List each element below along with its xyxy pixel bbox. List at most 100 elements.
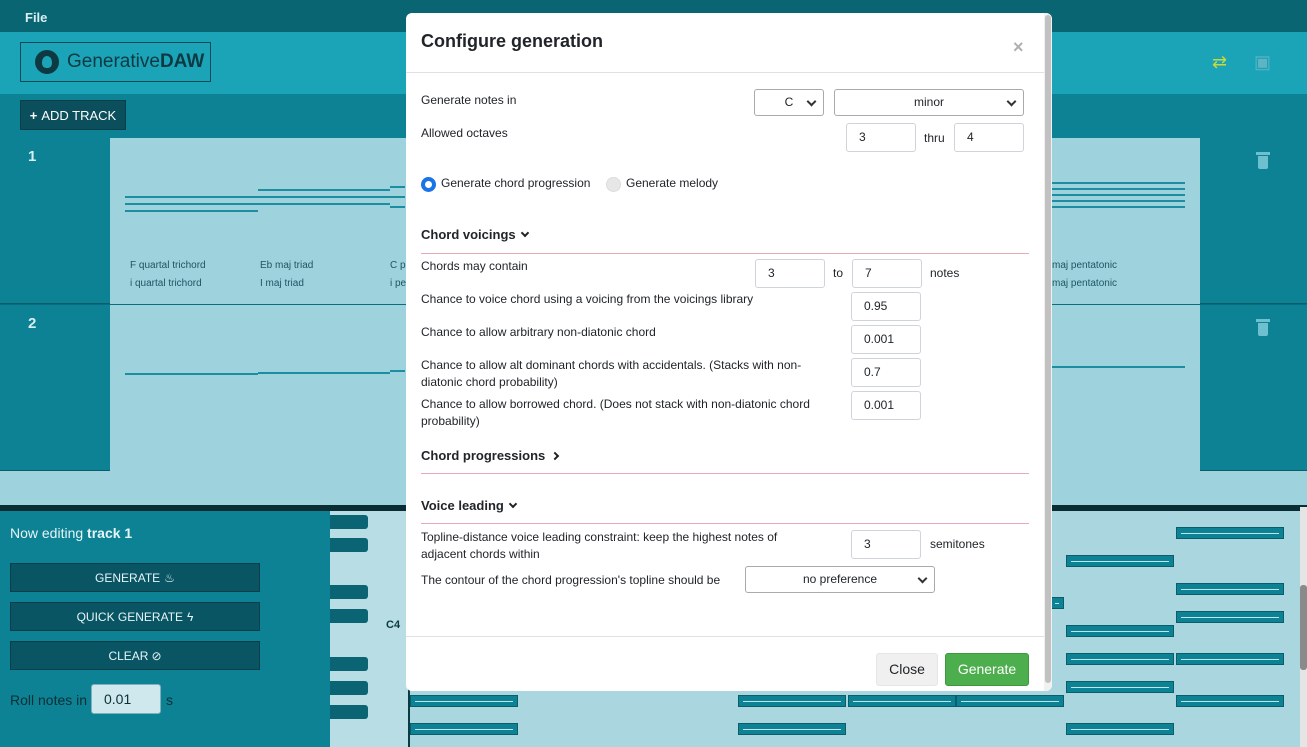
scale-select[interactable]: minor <box>834 89 1024 116</box>
add-track-button[interactable]: + ADD TRACK <box>20 100 126 130</box>
chord-label: Eb maj triad <box>260 260 314 271</box>
octave-from-input[interactable]: 3 <box>846 123 916 152</box>
numeral-label: i quartal trichord <box>130 278 202 289</box>
note-line <box>390 186 405 188</box>
roll-note[interactable] <box>1176 695 1284 707</box>
topline-distance-input[interactable]: 3 <box>851 530 921 559</box>
logo-text-bold: DAW <box>159 51 205 72</box>
contour-select[interactable]: no preference <box>745 566 935 593</box>
chevron-down-icon <box>917 573 928 584</box>
editing-title: Now editing track 1 <box>10 525 133 541</box>
nondiatonic-chance-label: Chance to allow arbitrary non-diatonic c… <box>421 325 656 339</box>
altdominant-chance-input[interactable]: 0.7 <box>851 358 921 387</box>
chord-progression-radio[interactable] <box>421 177 436 192</box>
github-icon <box>35 50 59 74</box>
generate-notes-label: Generate notes in <box>421 93 517 107</box>
roll-note[interactable] <box>738 723 846 735</box>
black-key[interactable] <box>330 681 368 695</box>
note-line <box>390 370 405 372</box>
close-icon[interactable]: × <box>1013 37 1024 58</box>
roll-note[interactable] <box>1176 583 1284 595</box>
dialog-header: Configure generation × <box>406 13 1052 73</box>
plus-icon: + <box>29 107 38 123</box>
roll-note[interactable] <box>410 695 518 707</box>
chord-progressions-toggle[interactable]: Chord progressions <box>421 448 560 463</box>
numeral-label: I maj triad <box>260 278 304 289</box>
close-button[interactable]: Close <box>876 653 938 686</box>
section-divider <box>421 253 1029 254</box>
black-key[interactable] <box>330 538 368 552</box>
key-select[interactable]: C <box>754 89 824 116</box>
note-line <box>1050 200 1185 202</box>
roll-input[interactable]: 0.01 <box>91 684 161 714</box>
contour-label: The contour of the chord progression's t… <box>421 573 721 587</box>
roll-note[interactable] <box>1066 723 1174 735</box>
note-line <box>125 373 258 375</box>
black-key[interactable] <box>330 515 368 529</box>
c4-label: C4 <box>386 619 401 631</box>
black-key[interactable] <box>330 657 368 671</box>
chord-label: C p <box>390 260 406 271</box>
chords-contain-label: Chords may contain <box>421 259 528 273</box>
note-line <box>1050 194 1185 196</box>
melody-label: Generate melody <box>626 176 719 190</box>
track-number: 1 <box>28 148 37 165</box>
nondiatonic-chance-input[interactable]: 0.001 <box>851 325 921 354</box>
black-key[interactable] <box>330 705 368 719</box>
quick-generate-button[interactable]: QUICK GENERATE ϟ <box>10 602 260 631</box>
generate-button[interactable]: GENERATE ♨ <box>10 563 260 592</box>
clear-button[interactable]: CLEAR ⊘ <box>10 641 260 670</box>
roll-note[interactable] <box>1176 653 1284 665</box>
chevron-down-icon <box>806 96 817 107</box>
note-line <box>258 203 390 205</box>
loop-icon[interactable]: ⇄ <box>1212 52 1227 73</box>
octaves-label: Allowed octaves <box>421 126 508 140</box>
trash-icon[interactable] <box>1256 319 1270 337</box>
inbox-icon[interactable]: ▣ <box>1254 52 1271 73</box>
page-scrollbar-thumb[interactable] <box>1300 585 1307 670</box>
generate-submit-button[interactable]: Generate <box>945 653 1029 686</box>
section-divider <box>421 473 1029 474</box>
notes-label: notes <box>930 266 960 280</box>
voicing-chance-input[interactable]: 0.95 <box>851 292 921 321</box>
dialog-footer: Close Generate <box>406 636 1052 691</box>
roll-note[interactable] <box>738 695 846 707</box>
roll-note[interactable] <box>1050 597 1064 609</box>
note-line <box>390 196 405 198</box>
configure-generation-dialog: Configure generation × Generate notes in… <box>406 13 1052 691</box>
black-key[interactable] <box>330 585 368 599</box>
bolt-icon: ϟ <box>187 609 194 624</box>
logo-link[interactable]: Generative DAW <box>20 42 211 82</box>
note-line <box>125 196 258 198</box>
roll-note[interactable] <box>1066 681 1174 693</box>
voice-leading-toggle[interactable]: Voice leading <box>421 498 518 513</box>
black-key[interactable] <box>330 609 368 623</box>
semitones-label: semitones <box>930 537 985 551</box>
borrowed-chance-label: Chance to allow borrowed chord. (Does no… <box>421 397 810 428</box>
chord-voicings-toggle[interactable]: Chord voicings <box>421 227 529 242</box>
melody-radio[interactable] <box>606 177 621 192</box>
roll-note[interactable] <box>1066 625 1174 637</box>
roll-note[interactable] <box>956 695 1064 707</box>
chord-max-notes-input[interactable]: 7 <box>852 259 922 288</box>
roll-note[interactable] <box>410 723 518 735</box>
roll-note[interactable] <box>1066 653 1174 665</box>
chord-progression-label: Generate chord progression <box>441 176 591 190</box>
piano-keyboard[interactable]: C4 <box>330 511 408 747</box>
note-line <box>258 196 390 198</box>
file-menu[interactable]: File <box>25 10 47 25</box>
chord-min-notes-input[interactable]: 3 <box>755 259 825 288</box>
note-line <box>125 203 258 205</box>
octave-to-input[interactable]: 4 <box>954 123 1024 152</box>
dialog-scrollbar[interactable] <box>1044 13 1052 691</box>
roll-note[interactable] <box>1066 555 1174 567</box>
trash-icon[interactable] <box>1256 152 1270 170</box>
dialog-title: Configure generation <box>421 31 604 51</box>
dialog-scrollbar-thumb[interactable] <box>1045 15 1051 683</box>
chevron-right-icon <box>551 451 560 461</box>
chevron-down-icon <box>520 228 529 238</box>
roll-note[interactable] <box>1176 611 1284 623</box>
borrowed-chance-input[interactable]: 0.001 <box>851 391 921 420</box>
roll-note[interactable] <box>1176 527 1284 539</box>
roll-note[interactable] <box>848 695 956 707</box>
